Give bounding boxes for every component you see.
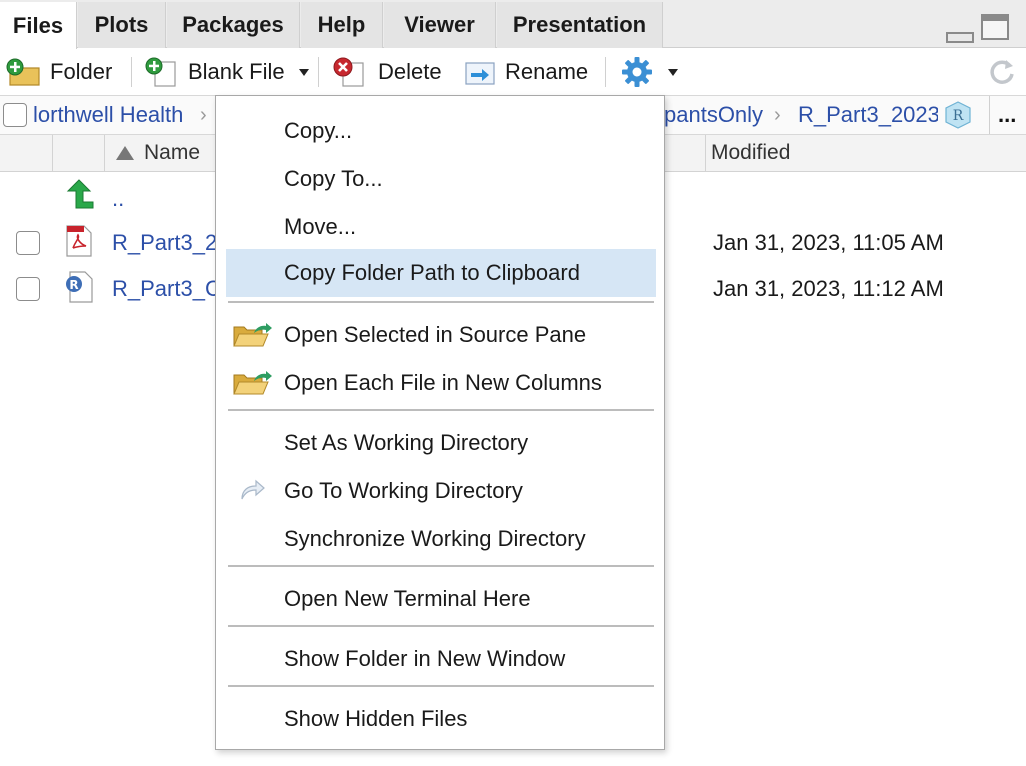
- name-column-header[interactable]: Name: [116, 135, 200, 171]
- menu-separator: [228, 685, 654, 687]
- refresh-button[interactable]: [986, 49, 1018, 95]
- pane-tab-bar: Files Plots Packages Help Viewer Present…: [0, 0, 1026, 49]
- gear-icon: [622, 57, 652, 87]
- file-modified-date: Jan 31, 2023, 11:12 AM: [713, 276, 944, 301]
- chevron-down-icon: [668, 68, 678, 76]
- name-column-label: Name: [144, 141, 201, 164]
- minimize-pane-button[interactable]: [944, 14, 974, 43]
- menu-item-copy-folder-path[interactable]: Copy Folder Path to Clipboard: [226, 249, 656, 297]
- toolbar-divider: [131, 57, 132, 87]
- select-all-checkbox[interactable]: [3, 103, 27, 127]
- blank-file-button[interactable]: Blank File: [143, 49, 309, 95]
- blank-file-label: Blank File: [188, 59, 285, 84]
- tab-viewer[interactable]: Viewer: [384, 2, 496, 48]
- menu-item-copy[interactable]: Copy...: [226, 107, 656, 155]
- breadcrumb-item[interactable]: pantsOnly: [664, 96, 774, 134]
- modified-column-label: Modified: [711, 141, 791, 164]
- breadcrumb-more-button[interactable]: ...: [998, 96, 1026, 134]
- svg-text:R: R: [69, 278, 78, 292]
- sort-ascending-icon: [116, 146, 134, 160]
- breadcrumb-separator: ›: [200, 103, 207, 126]
- r-file-icon: R: [64, 270, 94, 309]
- chevron-down-icon: [298, 68, 309, 76]
- delete-icon: [333, 57, 364, 87]
- refresh-icon: [990, 60, 1014, 84]
- row-checkbox[interactable]: [16, 277, 40, 301]
- column-divider: [52, 135, 53, 171]
- file-modified-date: Jan 31, 2023, 11:05 AM: [713, 230, 944, 255]
- menu-item-label: Go To Working Directory: [284, 478, 523, 503]
- tab-files[interactable]: Files: [0, 2, 77, 49]
- new-blank-file-icon: [145, 57, 176, 87]
- rename-label: Rename: [505, 59, 589, 84]
- tab-packages[interactable]: Packages: [167, 2, 300, 48]
- new-folder-label: Folder: [50, 59, 113, 84]
- menu-item-move[interactable]: Move...: [226, 203, 656, 251]
- file-name-link[interactable]: R_Part3_2023.pdf: [112, 220, 215, 266]
- tab-plots[interactable]: Plots: [78, 2, 166, 48]
- menu-item-label: Open Selected in Source Pane: [284, 322, 587, 347]
- go-to-arrow-icon: [232, 477, 272, 505]
- pdf-icon: [64, 224, 94, 263]
- menu-item-show-hidden-files[interactable]: Show Hidden Files: [226, 695, 656, 743]
- context-menu: Copy... Copy To... Move... Copy Folder P…: [215, 95, 665, 750]
- open-folder-icon: [232, 369, 272, 397]
- breadcrumb-separator: ›: [774, 103, 781, 126]
- breadcrumb-divider: [989, 96, 990, 134]
- new-folder-icon: [6, 58, 40, 86]
- column-divider: [705, 135, 706, 171]
- new-folder-button[interactable]: Folder: [4, 49, 112, 95]
- rename-icon: [465, 62, 495, 85]
- menu-separator: [228, 409, 654, 411]
- go-up-arrow-icon: [64, 178, 94, 215]
- parent-directory-link[interactable]: ..: [112, 176, 124, 222]
- menu-item-copy-to[interactable]: Copy To...: [226, 155, 656, 203]
- menu-item-label: Show Hidden Files: [284, 706, 468, 731]
- breadcrumb-item[interactable]: R_Part3_2023: [798, 96, 938, 134]
- row-checkbox[interactable]: [16, 231, 40, 255]
- menu-item-label: Set As Working Directory: [284, 430, 529, 455]
- menu-item-label: Open Each File in New Columns: [284, 370, 602, 395]
- breadcrumb-item[interactable]: lorthwell Health: [33, 96, 215, 134]
- files-toolbar: Folder Blank File Delete Rename: [0, 49, 1026, 95]
- menu-item-label: Show Folder in New Window: [284, 646, 566, 671]
- menu-item-set-working-directory[interactable]: Set As Working Directory: [226, 419, 656, 467]
- menu-item-show-folder-new-window[interactable]: Show Folder in New Window: [226, 635, 656, 683]
- more-options-button[interactable]: [620, 49, 678, 95]
- file-name-link[interactable]: R_Part3_Code.R: [112, 266, 215, 312]
- tab-help[interactable]: Help: [301, 2, 383, 48]
- menu-item-open-terminal[interactable]: Open New Terminal Here: [226, 575, 656, 623]
- toolbar-divider: [605, 57, 606, 87]
- maximize-pane-button[interactable]: [981, 14, 1009, 40]
- rename-button[interactable]: Rename: [463, 49, 588, 95]
- menu-item-label: Copy...: [284, 118, 353, 143]
- menu-item-label: Synchronize Working Directory: [284, 526, 586, 551]
- menu-item-synchronize-working-directory[interactable]: Synchronize Working Directory: [226, 515, 656, 563]
- menu-item-label: Copy Folder Path to Clipboard: [284, 260, 580, 285]
- menu-separator: [228, 301, 654, 303]
- menu-separator: [228, 565, 654, 567]
- column-divider: [104, 135, 105, 171]
- open-folder-icon: [232, 321, 272, 349]
- menu-item-open-each[interactable]: Open Each File in New Columns: [226, 359, 656, 407]
- toolbar-divider: [318, 57, 319, 87]
- menu-item-open-selected[interactable]: Open Selected in Source Pane: [226, 311, 656, 359]
- delete-label: Delete: [378, 59, 442, 84]
- tab-presentation[interactable]: Presentation: [497, 2, 663, 48]
- modified-column-header[interactable]: Modified: [711, 135, 790, 171]
- delete-button[interactable]: Delete: [331, 49, 442, 95]
- menu-separator: [228, 625, 654, 627]
- menu-item-label: Copy To...: [284, 166, 383, 191]
- svg-text:R: R: [953, 108, 964, 124]
- menu-item-go-to-working-directory[interactable]: Go To Working Directory: [226, 467, 656, 515]
- menu-item-label: Move...: [284, 214, 357, 239]
- r-project-icon[interactable]: R: [942, 99, 974, 136]
- menu-item-label: Open New Terminal Here: [284, 586, 531, 611]
